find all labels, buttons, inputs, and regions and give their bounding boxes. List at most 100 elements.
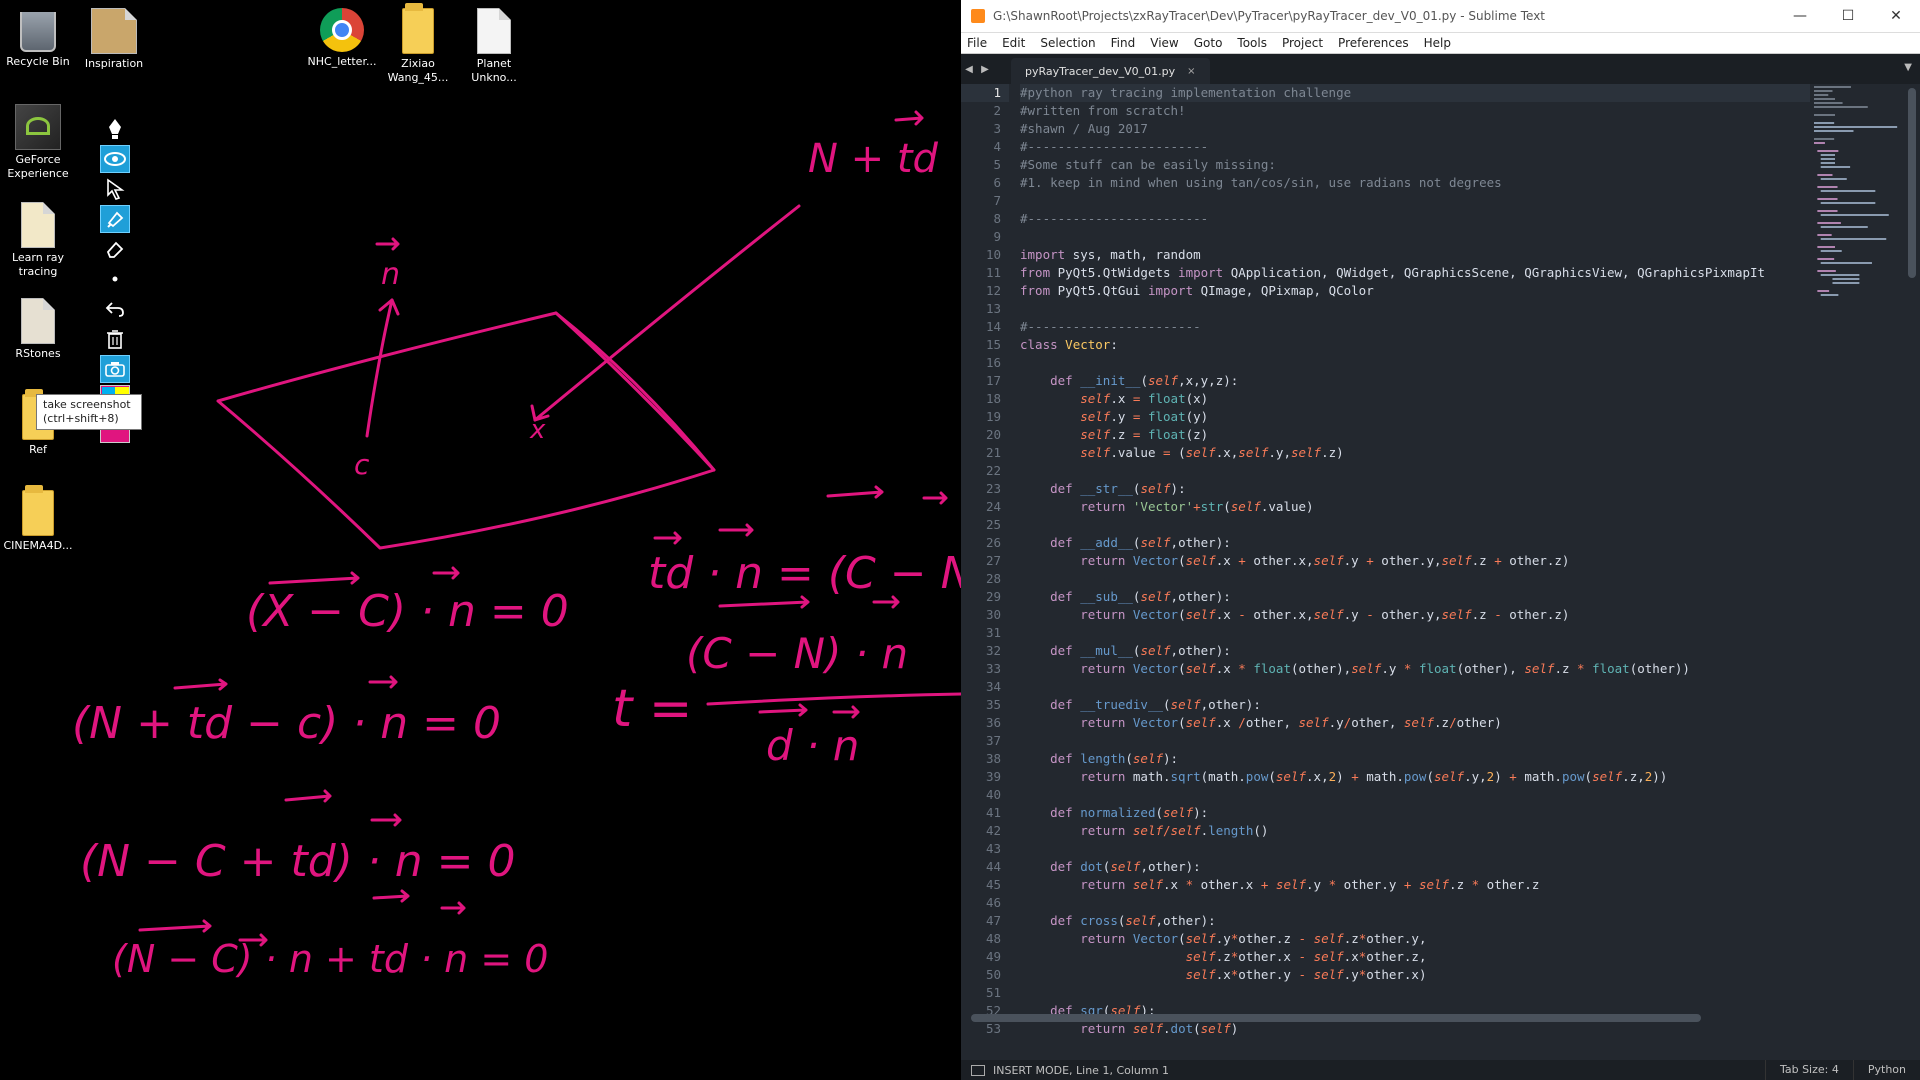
code-line[interactable]: def normalized(self): <box>1020 804 1810 822</box>
line-number: 29 <box>985 589 1001 604</box>
code-line[interactable]: #----------------------- <box>1020 318 1810 336</box>
code-line[interactable] <box>1020 570 1810 588</box>
tab-back-icon[interactable]: ◀ <box>961 64 977 75</box>
code-line[interactable] <box>1020 300 1810 318</box>
menu-project[interactable]: Project <box>1282 36 1323 50</box>
code-line[interactable]: return Vector(self.x * float(other),self… <box>1020 660 1810 678</box>
code-line[interactable]: #1. keep in mind when using tan/cos/sin,… <box>1020 174 1810 192</box>
code-line[interactable]: self.x = float(x) <box>1020 390 1810 408</box>
code-line[interactable]: self.z*other.x - self.x*other.z, <box>1020 948 1810 966</box>
code-line[interactable] <box>1020 894 1810 912</box>
code-line[interactable] <box>1020 462 1810 480</box>
code-line[interactable]: def __mul__(self,other): <box>1020 642 1810 660</box>
code-line[interactable]: return self.x * other.x + self.y * other… <box>1020 876 1810 894</box>
menu-view[interactable]: View <box>1150 36 1178 50</box>
tab-forward-icon[interactable]: ▶ <box>977 64 993 75</box>
minimap-line <box>1820 250 1842 252</box>
code-line[interactable]: #------------------------ <box>1020 138 1810 156</box>
code-line[interactable]: def __truediv__(self,other): <box>1020 696 1810 714</box>
line-number: 31 <box>985 625 1001 640</box>
code-line[interactable]: return 'Vector'+str(self.value) <box>1020 498 1810 516</box>
code-line[interactable]: def cross(self,other): <box>1020 912 1810 930</box>
panel-toggle-icon[interactable] <box>971 1064 985 1076</box>
code-line[interactable] <box>1020 354 1810 372</box>
code-line[interactable] <box>1020 192 1810 210</box>
menu-preferences[interactable]: Preferences <box>1338 36 1409 50</box>
code-line[interactable]: return self/self.length() <box>1020 822 1810 840</box>
code-line[interactable] <box>1020 678 1810 696</box>
code-line[interactable]: return Vector(self.x /other, self.y/othe… <box>1020 714 1810 732</box>
maximize-button[interactable]: ☐ <box>1824 8 1872 24</box>
code-line[interactable]: self.y = float(y) <box>1020 408 1810 426</box>
code-line[interactable] <box>1020 228 1810 246</box>
code-line[interactable] <box>1020 624 1810 642</box>
code-line[interactable]: #written from scratch! <box>1020 102 1810 120</box>
close-button[interactable]: ✕ <box>1872 8 1920 24</box>
minimap-line <box>1820 166 1851 168</box>
code-line[interactable]: def __sub__(self,other): <box>1020 588 1810 606</box>
tab-dropdown-icon[interactable]: ▼ <box>1904 62 1912 73</box>
minimap-line <box>1817 246 1835 248</box>
code-line[interactable]: import sys, math, random <box>1020 246 1810 264</box>
code-line[interactable]: #shawn / Aug 2017 <box>1020 120 1810 138</box>
tab-close-icon[interactable]: × <box>1187 66 1195 77</box>
menu-find[interactable]: Find <box>1111 36 1136 50</box>
menu-edit[interactable]: Edit <box>1002 36 1025 50</box>
code-line[interactable] <box>1020 516 1810 534</box>
code-line[interactable]: def __add__(self,other): <box>1020 534 1810 552</box>
vec-arrow <box>832 705 860 719</box>
code-line[interactable]: self.value = (self.x,self.y,self.z) <box>1020 444 1810 462</box>
code-line[interactable]: #python ray tracing implementation chall… <box>1020 84 1810 102</box>
minimap-line <box>1814 86 1851 88</box>
label-center: c <box>354 448 370 481</box>
code-line[interactable]: return Vector(self.y*other.z - self.z*ot… <box>1020 930 1810 948</box>
code-line[interactable] <box>1020 786 1810 804</box>
code-line[interactable]: def length(self): <box>1020 750 1810 768</box>
tab-bar: ◀ ▶ pyRayTracer_dev_V0_01.py × ▼ <box>961 54 1920 84</box>
vec-arrow <box>922 491 948 505</box>
menu-goto[interactable]: Goto <box>1194 36 1223 50</box>
code-line[interactable]: class Vector: <box>1020 336 1810 354</box>
status-bar: INSERT MODE, Line 1, Column 1 Tab Size: … <box>961 1060 1920 1080</box>
line-number: 17 <box>985 373 1001 388</box>
code-line[interactable]: #------------------------ <box>1020 210 1810 228</box>
plane-outline <box>216 311 716 550</box>
ray-line <box>533 204 801 422</box>
minimap[interactable] <box>1812 84 1902 1046</box>
tab-pyraytracer[interactable]: pyRayTracer_dev_V0_01.py × <box>1011 58 1210 84</box>
syntax-selector[interactable]: Python <box>1852 1060 1920 1080</box>
scrollbar-thumb[interactable] <box>971 1014 1701 1022</box>
menu-file[interactable]: File <box>967 36 987 50</box>
menu-tools[interactable]: Tools <box>1237 36 1267 50</box>
minimize-button[interactable]: — <box>1776 8 1824 24</box>
minimap-line <box>1820 154 1835 156</box>
code-editor[interactable]: 1 2 3 4 5 6 7 8 9 10 11 12 13 14 15 16 17 18 19 20 21 22 23 24 2… <box>961 84 1920 1046</box>
tab-size-selector[interactable]: Tab Size: 4 <box>1764 1060 1853 1080</box>
code-line[interactable] <box>1020 732 1810 750</box>
code-line[interactable]: def __str__(self): <box>1020 480 1810 498</box>
code-line[interactable]: self.x*other.y - self.y*other.x) <box>1020 966 1810 984</box>
code-line[interactable]: def dot(self,other): <box>1020 858 1810 876</box>
code-line[interactable]: self.z = float(z) <box>1020 426 1810 444</box>
code-line[interactable]: return self.dot(self) <box>1020 1020 1810 1038</box>
code-line[interactable]: return Vector(self.x + other.x,self.y + … <box>1020 552 1810 570</box>
code-line[interactable]: def __init__(self,x,y,z): <box>1020 372 1810 390</box>
vertical-scrollbar[interactable] <box>1908 84 1916 1046</box>
scrollbar-thumb[interactable] <box>1908 88 1916 278</box>
minimap-line <box>1820 238 1887 240</box>
menu-selection[interactable]: Selection <box>1040 36 1095 50</box>
title-bar[interactable]: G:\ShawnRoot\Projects\zxRayTracer\Dev\Py… <box>961 0 1920 33</box>
code-line[interactable]: #Some stuff can be easily missing: <box>1020 156 1810 174</box>
code-line[interactable]: return Vector(self.x - other.x,self.y - … <box>1020 606 1810 624</box>
minimap-line <box>1832 278 1860 280</box>
menu-help[interactable]: Help <box>1424 36 1451 50</box>
code-line[interactable]: from PyQt5.QtGui import QImage, QPixmap,… <box>1020 282 1810 300</box>
code-line[interactable] <box>1020 840 1810 858</box>
horizontal-scrollbar[interactable] <box>971 1014 1701 1022</box>
code-line[interactable] <box>1020 984 1810 1002</box>
line-number: 10 <box>985 247 1001 262</box>
code-line[interactable]: from PyQt5.QtWidgets import QApplication… <box>1020 264 1810 282</box>
code-line[interactable]: return math.sqrt(math.pow(self.x,2) + ma… <box>1020 768 1810 786</box>
code-area[interactable]: #python ray tracing implementation chall… <box>1020 84 1810 1046</box>
sublime-text-icon <box>971 9 985 23</box>
